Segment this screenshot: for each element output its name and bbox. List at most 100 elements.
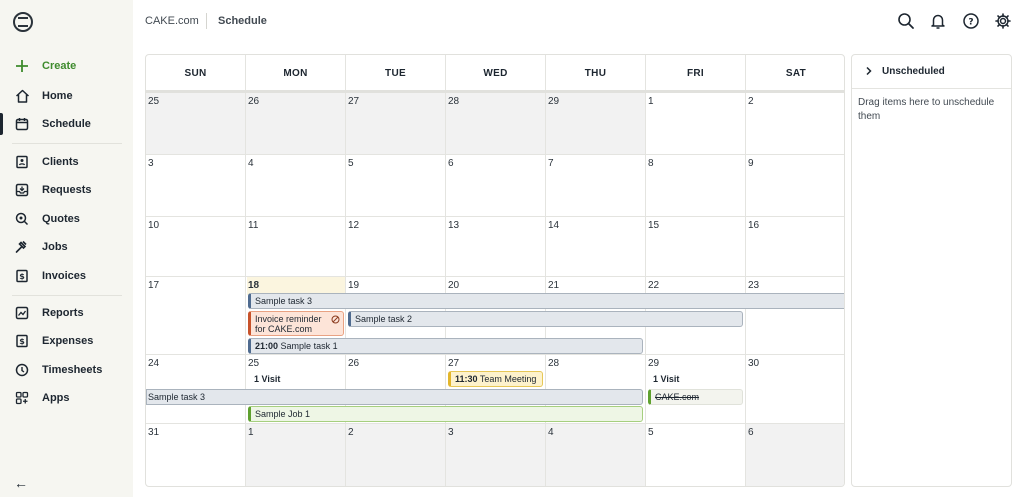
collapse-sidebar-button[interactable]: ← (14, 475, 28, 491)
sidebar-item-apps[interactable]: Apps (0, 385, 133, 411)
sidebar-item-quotes[interactable]: Quotes (0, 206, 133, 232)
event-sample-task-3-continued[interactable]: Sample task 3 (146, 389, 643, 405)
calendar-day-cell[interactable]: 29 (546, 93, 646, 155)
visit-count[interactable]: 1 Visit (653, 374, 679, 384)
calendar-day-cell[interactable]: 2 (746, 93, 844, 155)
day-number: 20 (448, 280, 460, 291)
jobber-logo-icon[interactable] (13, 12, 33, 32)
chevron-right-icon[interactable] (864, 66, 874, 79)
breadcrumb-company[interactable]: CAKE.com (145, 15, 199, 27)
help-icon[interactable]: ? (962, 12, 980, 30)
breadcrumb-divider (206, 13, 207, 29)
event-sample-job-1[interactable]: Sample Job 1 (248, 406, 643, 422)
bell-icon[interactable] (929, 12, 947, 30)
day-number: 24 (148, 358, 160, 369)
calendar-day-cell[interactable]: 8 (646, 155, 746, 217)
event-sample-task-3[interactable]: Sample task 3 (248, 293, 844, 309)
day-number: 9 (748, 158, 754, 169)
calendar-day-cell[interactable]: 16 (746, 217, 844, 277)
calendar-day-cell[interactable]: 11 (246, 217, 346, 277)
search-icon[interactable] (897, 12, 915, 30)
event-title: Sample task 2 (355, 314, 413, 324)
calendar-day-cell[interactable]: 27 (346, 93, 446, 155)
sidebar-item-reports[interactable]: Reports (0, 300, 133, 326)
event-title: Invoice reminder for CAKE.com (255, 314, 322, 334)
calendar-day-cell[interactable]: 4 (546, 424, 646, 486)
day-number: 2 (748, 96, 754, 107)
sidebar-divider (12, 295, 122, 296)
sidebar-item-label: Jobs (42, 241, 68, 253)
day-number: 3 (148, 158, 154, 169)
event-title: Sample task 1 (280, 341, 338, 351)
calendar-day-cell[interactable]: 1 (246, 424, 346, 486)
calendar-day-cell[interactable]: 14 (546, 217, 646, 277)
calendar-day-cell[interactable]: 3 (146, 155, 246, 217)
calendar-day-cell[interactable]: 12 (346, 217, 446, 277)
calendar-day-cell[interactable]: 26 (246, 93, 346, 155)
day-number: 23 (748, 280, 760, 291)
calendar-day-cell[interactable]: 28 (446, 93, 546, 155)
event-invoice-reminder[interactable]: Invoice reminder for CAKE.com (248, 311, 344, 336)
event-team-meeting[interactable]: 11:30 Team Meeting (448, 371, 543, 387)
calendar-icon (14, 116, 30, 132)
event-title: CAKE.com (655, 392, 700, 402)
day-number: 2 (348, 427, 354, 438)
calendar-day-cell[interactable]: 6 (746, 424, 844, 486)
unscheduled-panel[interactable]: Unscheduled Drag items here to unschedul… (851, 54, 1012, 487)
day-number: 10 (148, 220, 160, 231)
gear-icon[interactable] (994, 12, 1012, 30)
day-number: 17 (148, 280, 160, 291)
day-header-thu: THU (546, 55, 646, 91)
visit-count[interactable]: 1 Visit (254, 374, 280, 384)
calendar-day-cell[interactable]: 25 (146, 93, 246, 155)
calendar-day-cell[interactable]: 5 (346, 155, 446, 217)
home-icon (14, 88, 30, 104)
calendar-day-cell[interactable]: 30 (746, 355, 844, 424)
event-completed-cake[interactable]: CAKE.com (648, 389, 743, 405)
sidebar-item-requests[interactable]: Requests (0, 177, 133, 203)
calendar-day-cell[interactable]: 7 (546, 155, 646, 217)
month-calendar: SUN MON TUE WED THU FRI SAT 25 26 27 28 29 1 2 3 4 5 6 7 8 9… (145, 54, 845, 487)
sidebar-item-create[interactable]: Create (0, 53, 133, 79)
top-bar: CAKE.com Schedule ? (133, 0, 1024, 44)
calendar-day-cell[interactable]: 5 (646, 424, 746, 486)
day-header-sun: SUN (146, 55, 246, 91)
sidebar-item-expenses[interactable]: $ Expenses (0, 328, 133, 354)
event-sample-task-1[interactable]: 21:00 Sample task 1 (248, 338, 643, 354)
day-number: 6 (448, 158, 454, 169)
day-number: 30 (748, 358, 760, 369)
day-number: 19 (348, 280, 360, 291)
sidebar-item-timesheets[interactable]: Timesheets (0, 357, 133, 383)
calendar-day-cell[interactable]: 31 (146, 424, 246, 486)
sidebar-item-schedule[interactable]: Schedule (0, 111, 133, 137)
day-number: 11 (248, 220, 259, 231)
calendar-day-cell[interactable]: 6 (446, 155, 546, 217)
day-number: 26 (248, 96, 260, 107)
event-time: 21:00 (255, 341, 279, 351)
day-header-fri: FRI (646, 55, 746, 91)
day-number: 18 (248, 280, 260, 291)
calendar-day-cell[interactable]: 10 (146, 217, 246, 277)
sidebar-item-clients[interactable]: Clients (0, 149, 133, 175)
sidebar-item-home[interactable]: Home (0, 83, 133, 109)
inbox-icon (14, 182, 30, 198)
calendar-day-cell[interactable]: 2 (346, 424, 446, 486)
plus-icon (14, 58, 30, 74)
calendar-day-cell[interactable]: 13 (446, 217, 546, 277)
event-sample-task-2[interactable]: Sample task 2 (348, 311, 743, 327)
day-number: 28 (548, 358, 560, 369)
event-title: Sample Job 1 (255, 409, 311, 419)
calendar-day-cell[interactable]: 3 (446, 424, 546, 486)
calendar-day-cell[interactable]: 17 (146, 277, 246, 355)
calendar-day-cell[interactable]: 15 (646, 217, 746, 277)
calendar-day-cell[interactable]: 1 (646, 93, 746, 155)
sidebar-item-invoices[interactable]: $ Invoices (0, 263, 133, 289)
calendar-day-cell[interactable]: 4 (246, 155, 346, 217)
calendar-day-cell[interactable]: 9 (746, 155, 844, 217)
contact-card-icon (14, 154, 30, 170)
day-number: 16 (748, 220, 760, 231)
day-number: 22 (648, 280, 660, 291)
calendar-day-cell[interactable]: 23 (746, 277, 844, 355)
sidebar-item-jobs[interactable]: Jobs (0, 234, 133, 260)
svg-text:$: $ (19, 337, 25, 346)
